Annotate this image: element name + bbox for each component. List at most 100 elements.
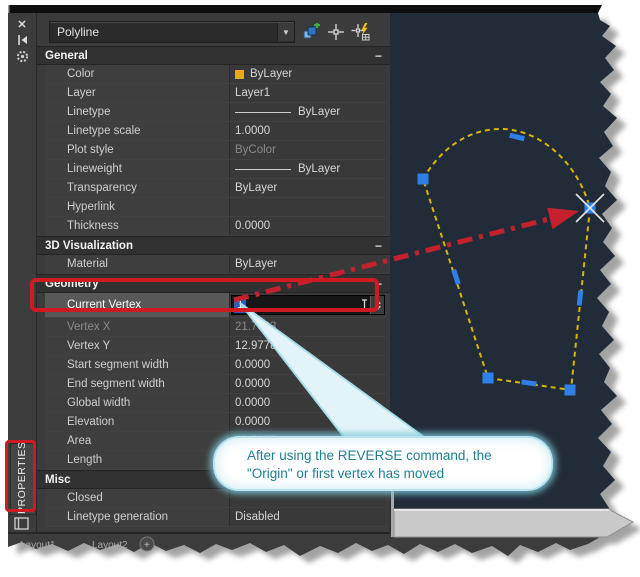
property-value[interactable]: 1.0000 (230, 122, 386, 140)
property-value-text: Disabled (235, 508, 280, 526)
property-row-closed: Closed (45, 489, 386, 508)
property-row-plot-style: Plot style ByColor (45, 141, 386, 160)
quick-select-icon[interactable] (351, 23, 370, 42)
property-value-text: ByLayer (250, 65, 292, 83)
property-value-text: ByLayer (235, 255, 277, 273)
auto-hide-icon[interactable] (8, 32, 36, 48)
palette-window-icon[interactable] (14, 517, 29, 530)
property-row-layer: Layer Layer1 (45, 84, 386, 103)
vertex-grip-topleft[interactable] (418, 174, 429, 185)
property-value-text: 0.0000 (235, 375, 270, 393)
screenshot-root: Layout1 Layout2 + (0, 0, 640, 577)
property-value[interactable] (230, 489, 386, 507)
property-row-color: Color ByLayer (45, 65, 386, 84)
property-row-elevation: Elevation 0.0000 (45, 413, 386, 432)
select-objects-icon[interactable] (326, 23, 345, 42)
property-row-global-width: Global width 0.0000 (45, 394, 386, 413)
property-label: Thickness (45, 217, 230, 235)
section-title: 3D Visualization (45, 240, 375, 252)
property-value[interactable]: 0.0000 (230, 217, 386, 235)
collapse-icon[interactable]: − (375, 277, 382, 291)
property-label: Current Vertex (45, 293, 230, 317)
property-row-thickness: Thickness0.0000 (45, 217, 386, 236)
property-value[interactable]: 0.0000 (230, 375, 386, 393)
property-label: Plot style (45, 141, 230, 159)
property-value-text: 0.0000 (235, 356, 270, 374)
add-layout-plus-glyph: + (144, 540, 150, 551)
collapse-icon[interactable]: − (375, 49, 382, 63)
property-label: Linetype scale (45, 122, 230, 140)
spinner-control[interactable] (370, 296, 384, 314)
property-row-linetype-scale: Linetype scale 1.0000 (45, 122, 386, 141)
layout-tab-2[interactable]: Layout2 (92, 540, 128, 551)
property-value[interactable]: ByLayer (230, 179, 386, 197)
property-value[interactable]: ByLayer (230, 255, 386, 273)
property-label: Elevation (45, 413, 230, 431)
close-icon[interactable]: ✕ (8, 16, 36, 32)
window-top-band (8, 5, 602, 13)
property-row-material: Material ByLayer (45, 255, 386, 274)
property-row-hyperlink: Hyperlink (45, 198, 386, 217)
palette-tab-properties[interactable]: PROPERTIES (10, 443, 36, 515)
settings-icon[interactable] (8, 48, 36, 64)
spinner-down-icon[interactable] (375, 306, 381, 310)
vertex-grip-bottomright[interactable] (565, 385, 576, 396)
object-type-combobox[interactable]: Polyline ▼ (49, 21, 295, 43)
property-value-text: 0.0000 (235, 394, 270, 412)
callout-bubble: After using the REVERSE command, the "Or… (213, 436, 553, 491)
property-row-transparency: TransparencyByLayer (45, 179, 386, 198)
linetype-sample-icon (235, 112, 291, 113)
property-value[interactable]: 0.0000 (230, 394, 386, 412)
callout-text-line1: After using the REVERSE command, the (247, 447, 541, 465)
property-value[interactable]: ByLayer (230, 65, 386, 83)
property-label: Hyperlink (45, 198, 230, 216)
property-label: Length (45, 451, 230, 469)
property-label: Closed (45, 489, 230, 507)
section-header-general[interactable]: General− (37, 46, 390, 65)
collapse-icon[interactable]: − (375, 239, 382, 253)
property-value-text: ByColor (235, 141, 276, 159)
property-value-text: ByLayer (298, 103, 340, 121)
callout-text-line2: "Origin" or first vertex has moved (247, 465, 541, 483)
property-value[interactable]: 21.7033 (230, 318, 386, 336)
property-label: Linetype generation (45, 508, 230, 526)
property-value[interactable]: 0.0000 (230, 356, 386, 374)
property-value-text: 1.0000 (235, 122, 270, 140)
toggle-pickadd-icon[interactable] (301, 23, 320, 42)
section-title: General (45, 50, 375, 62)
chevron-down-icon[interactable]: ▼ (277, 23, 294, 41)
property-value[interactable] (230, 198, 386, 216)
property-label: Global width (45, 394, 230, 412)
property-value[interactable]: 0.0000 (230, 413, 386, 431)
property-value[interactable]: Layer1 (230, 84, 386, 102)
property-value[interactable]: ByColor (230, 141, 386, 159)
property-row-end-segment-width: End segment width0.0000 (45, 375, 386, 394)
property-value[interactable]: 12.9778 (230, 337, 386, 355)
property-value[interactable]: 1 (230, 293, 386, 317)
property-label: Vertex X (45, 318, 230, 336)
property-label: Color (45, 65, 230, 83)
spinner-up-icon[interactable] (375, 300, 381, 304)
property-value[interactable]: Disabled (230, 508, 386, 526)
property-value-text: ByLayer (298, 160, 340, 178)
property-label: Layer (45, 84, 230, 102)
section-header-geometry[interactable]: Geometry− (37, 274, 390, 293)
layout-tab-1[interactable]: Layout1 (20, 540, 56, 551)
property-value-text: 0.0000 (235, 413, 270, 431)
property-value-text: 12.9778 (235, 337, 277, 355)
current-vertex-input[interactable]: 1 (231, 295, 385, 315)
property-value[interactable]: ByLayer (230, 103, 386, 121)
selected-input-text: 1 (234, 297, 246, 313)
property-label: Vertex Y (45, 337, 230, 355)
property-value-text: Layer1 (235, 84, 270, 102)
property-value[interactable]: ByLayer (230, 160, 386, 178)
palette-title-strip: ✕ PROPERTIES (8, 13, 37, 532)
property-row-start-segment-width: Start segment width 0.0000 (45, 356, 386, 375)
property-label: Material (45, 255, 230, 273)
command-strip-highlight (394, 509, 611, 511)
section-header-3d-visualization[interactable]: 3D Visualization− (37, 236, 390, 255)
section-title: Geometry (45, 278, 375, 290)
property-row-current-vertex: Current Vertex1 (45, 293, 386, 318)
vertex-grip-bottomleft[interactable] (483, 373, 494, 384)
property-label: Start segment width (45, 356, 230, 374)
